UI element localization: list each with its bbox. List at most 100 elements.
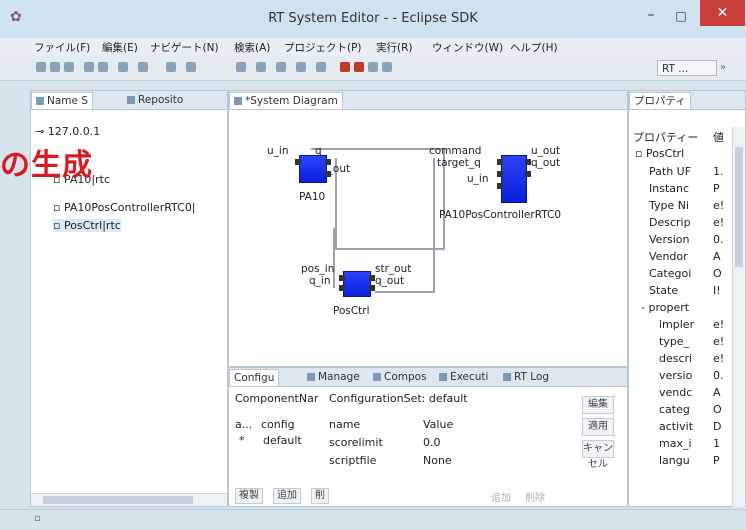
back-icon[interactable] (166, 62, 176, 72)
system-diagram-editor[interactable]: *System Diagram u_in q u_out PA10 comman… (228, 90, 628, 367)
minimize-button[interactable]: – (640, 8, 662, 24)
close-button[interactable]: ✕ (700, 0, 745, 26)
property-value[interactable]: 0. (713, 369, 731, 382)
property-value[interactable]: e! (713, 335, 731, 348)
tree-item-host[interactable]: ⊸ 127.0.0.1 (35, 125, 100, 138)
out-port[interactable] (525, 171, 531, 177)
property-value[interactable]: 1. (713, 165, 731, 178)
nav-icon[interactable] (296, 62, 306, 72)
run-icon[interactable] (98, 62, 108, 72)
component-label: PA10PosControllerRTC0 (439, 209, 562, 221)
property-value[interactable]: O (713, 403, 731, 416)
copy-button[interactable]: 複製 (235, 488, 263, 504)
component-pa10[interactable] (299, 155, 327, 183)
property-value[interactable]: P (713, 454, 731, 467)
connector[interactable] (335, 248, 445, 250)
out-port[interactable] (325, 159, 331, 165)
save-icon[interactable] (50, 62, 60, 72)
tree-item-posctrl[interactable]: ▫ PosCtrl|rtc (53, 219, 121, 232)
connector[interactable] (311, 148, 445, 150)
property-root[interactable]: ▫ PosCtrl (635, 147, 684, 160)
menu-edit[interactable]: 編集(E) (102, 40, 138, 55)
param-value[interactable]: None (423, 454, 452, 467)
scroll-thumb[interactable] (43, 496, 193, 504)
property-value[interactable]: A (713, 386, 731, 399)
menu-navigate[interactable]: ナビゲート(N) (150, 40, 219, 55)
in-port[interactable] (497, 183, 503, 189)
tree-item-controller[interactable]: ▫ PA10PosControllerRTC0| (53, 201, 196, 214)
param-value[interactable]: 0.0 (423, 436, 441, 449)
stop-icon[interactable] (354, 62, 364, 72)
tab-name-service[interactable]: Name S (31, 92, 93, 109)
perspective-more[interactable]: » (720, 62, 726, 73)
config-icon[interactable] (382, 62, 392, 72)
new-icon[interactable] (36, 62, 46, 72)
in-port[interactable] (339, 275, 345, 281)
edit-button[interactable]: 編集 (582, 396, 614, 414)
in-port[interactable] (339, 285, 345, 291)
out-port[interactable] (525, 159, 531, 165)
connector[interactable] (433, 158, 435, 291)
add-param-button[interactable]: 追加 (491, 489, 511, 504)
print-icon[interactable] (64, 62, 74, 72)
build-icon[interactable] (138, 62, 148, 72)
right-tab-strip: プロパティ (629, 91, 745, 110)
property-value[interactable]: e! (713, 318, 731, 331)
menu-help[interactable]: ヘルプ(H) (510, 40, 558, 55)
nav-icon[interactable] (236, 62, 246, 72)
nav-icon[interactable] (256, 62, 266, 72)
tab-properties[interactable]: プロパティ (629, 92, 691, 109)
perspective-switcher[interactable]: RT ... (657, 60, 717, 76)
property-value[interactable]: D (713, 420, 731, 433)
tab-system-diagram[interactable]: *System Diagram (229, 92, 343, 109)
in-port[interactable] (497, 159, 503, 165)
tab-manager[interactable]: Manage (303, 369, 364, 385)
nav-icon[interactable] (276, 62, 286, 72)
tab-composite[interactable]: Compos (369, 369, 431, 385)
apply-button[interactable]: 適用 (582, 418, 614, 436)
menu-project[interactable]: プロジェクト(P) (284, 40, 362, 55)
component-pa10poscontroller[interactable] (501, 155, 527, 203)
vertical-scrollbar[interactable] (732, 127, 745, 507)
property-value[interactable]: e! (713, 216, 731, 229)
out-port[interactable] (369, 275, 375, 281)
menu-file[interactable]: ファイル(F) (34, 40, 90, 55)
horizontal-scrollbar[interactable] (31, 493, 227, 506)
property-value[interactable]: e! (713, 199, 731, 212)
property-value[interactable]: 0. (713, 233, 731, 246)
cancel-button[interactable]: キャンセル (582, 440, 614, 470)
out-port[interactable] (325, 171, 331, 177)
component-posctrl[interactable] (343, 271, 371, 297)
property-value[interactable]: P (713, 182, 731, 195)
nav-icon[interactable] (316, 62, 326, 72)
menu-run[interactable]: 実行(R) (376, 40, 413, 55)
delete-button[interactable]: 削 (311, 488, 329, 504)
property-value[interactable]: A (713, 250, 731, 263)
delete-param-button[interactable]: 削除 (525, 489, 545, 504)
property-group[interactable]: - propert (641, 301, 689, 314)
tab-execution[interactable]: Executi (435, 369, 492, 385)
in-port[interactable] (295, 159, 301, 165)
menu-window[interactable]: ウィンドウ(W) (432, 40, 503, 55)
config-set-default[interactable]: default (263, 434, 302, 447)
add-button[interactable]: 追加 (273, 488, 301, 504)
property-value[interactable]: 1 (713, 437, 731, 450)
tab-configuration[interactable]: Configu (229, 369, 280, 386)
connector[interactable] (375, 291, 435, 293)
config-icon[interactable] (368, 62, 378, 72)
tab-rt-log[interactable]: RT Log (499, 369, 553, 385)
debug-icon[interactable] (84, 62, 94, 72)
maximize-button[interactable]: □ (670, 8, 692, 24)
stop-icon[interactable] (340, 62, 350, 72)
out-port[interactable] (369, 285, 375, 291)
menu-search[interactable]: 検索(A) (234, 40, 270, 55)
property-value[interactable]: O (713, 267, 731, 280)
in-port[interactable] (497, 171, 503, 177)
property-value[interactable]: I! (713, 284, 731, 297)
property-value[interactable]: e! (713, 352, 731, 365)
scroll-thumb[interactable] (735, 147, 743, 267)
search-icon[interactable] (118, 62, 128, 72)
connector[interactable] (333, 228, 335, 288)
tab-repository[interactable]: Reposito (123, 92, 187, 108)
forward-icon[interactable] (186, 62, 196, 72)
